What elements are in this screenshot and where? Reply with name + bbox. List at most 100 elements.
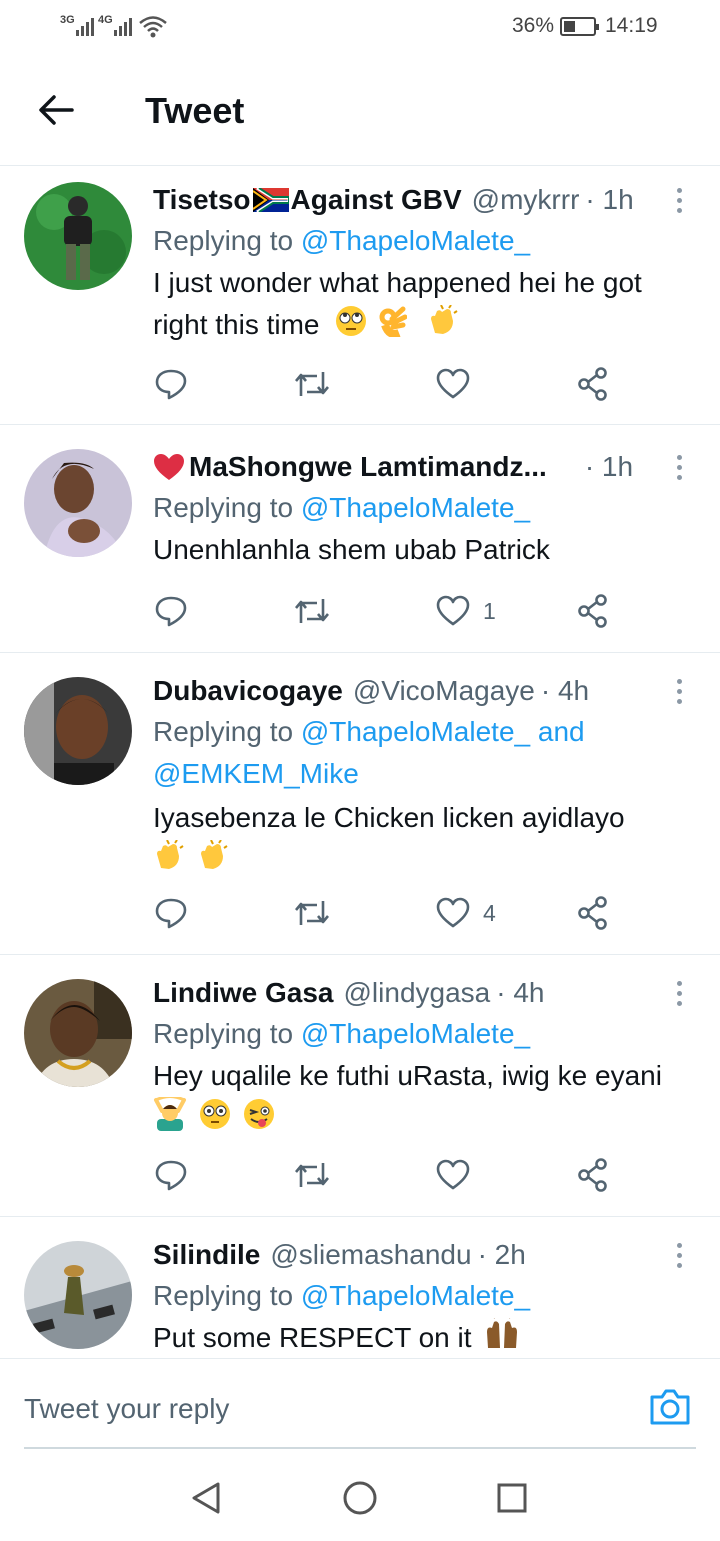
timestamp: · 4h — [496, 977, 545, 1008]
south-africa-flag-icon — [252, 188, 289, 212]
signal-4g-label: 4G — [98, 14, 113, 26]
author-handle[interactable]: @sliemashandu — [270, 1239, 471, 1271]
like-count: 4 — [483, 899, 496, 926]
retweet-icon — [295, 372, 329, 396]
mention-link[interactable]: @ThapeloMalete_ — [301, 225, 530, 256]
clapping-hands-emoji — [197, 839, 229, 884]
winking-tongue-emoji — [243, 1098, 275, 1142]
tweet-header: Silindile @sliemashandu · 2h — [153, 1235, 696, 1275]
mention-link[interactable]: @EMKEM_Mike — [153, 758, 359, 789]
tweet-actions — [153, 364, 623, 404]
timestamp: · 1h — [585, 184, 634, 215]
reply-button[interactable] — [153, 364, 189, 404]
avatar[interactable] — [24, 1241, 132, 1349]
retweet-button[interactable] — [293, 591, 331, 631]
share-button[interactable] — [575, 364, 611, 404]
share-button[interactable] — [575, 1155, 611, 1195]
person-gesturing-ok-emoji — [153, 1095, 187, 1143]
ok-hand-emoji — [379, 305, 408, 349]
replying-to: Replying to @ThapeloMalete_ — [153, 1280, 531, 1311]
retweet-icon — [295, 901, 329, 925]
avatar[interactable] — [24, 979, 132, 1087]
like-button[interactable]: 4 — [435, 893, 496, 933]
system-nav-bar — [0, 1450, 720, 1541]
author-name: MaShongwe Lamtimandz... — [189, 451, 547, 482]
tweet[interactable]: Silindile @sliemashandu · 2h Replying to… — [0, 1217, 720, 1358]
tweet-text-content: Iyasebenza le Chicken licken ayidlayo — [153, 802, 625, 833]
mention-link[interactable]: @ThapeloMalete_ and — [301, 716, 585, 747]
retweet-button[interactable] — [293, 364, 331, 404]
status-bar: 3G 4G 36% 14:19 — [0, 0, 720, 56]
mention-link[interactable]: @ThapeloMalete_ — [301, 1280, 530, 1311]
header: Tweet — [0, 56, 720, 166]
more-options-button[interactable] — [668, 973, 690, 1013]
tweet[interactable]: MaShongwe Lamtimandz... · 1h Replying to… — [0, 425, 720, 653]
mention-link[interactable]: @ThapeloMalete_ — [301, 492, 530, 523]
share-button[interactable] — [575, 893, 611, 933]
like-icon — [436, 897, 470, 928]
reply-button[interactable] — [153, 591, 189, 631]
avatar[interactable] — [24, 449, 132, 557]
mention-link[interactable]: @ThapeloMalete_ — [301, 1018, 530, 1049]
replying-to: Replying to @ThapeloMalete_ — [153, 1018, 531, 1049]
reply-feed[interactable]: Tisetso Against GBV @mykrrr · 1h Replyin… — [0, 166, 720, 1358]
reply-input[interactable]: Tweet your reply — [24, 1393, 229, 1425]
nav-back-button[interactable] — [186, 1478, 226, 1518]
battery-charging-icon — [560, 17, 599, 36]
reply-icon — [155, 898, 187, 929]
tweet-header: Dubavicogaye @VicoMagaye · 4h — [153, 671, 696, 711]
tweet-header: Lindiwe Gasa @lindygasa · 4h — [153, 973, 696, 1013]
tweet-body: Silindile @sliemashandu · 2h Replying to… — [153, 1235, 696, 1358]
red-heart-emoji — [154, 454, 184, 480]
share-icon — [578, 367, 607, 401]
recents-square-icon — [497, 1483, 527, 1513]
tweet-body: Lindiwe Gasa @lindygasa · 4h Replying to… — [153, 973, 696, 1143]
like-icon — [436, 595, 470, 626]
signal-icon — [76, 14, 94, 36]
nav-recents-button[interactable] — [492, 1478, 532, 1518]
like-button[interactable]: 1 — [435, 591, 496, 631]
share-icon — [578, 1158, 607, 1192]
retweet-button[interactable] — [293, 1155, 331, 1195]
retweet-button[interactable] — [293, 893, 331, 933]
share-button[interactable] — [575, 591, 611, 631]
author-handle[interactable]: @lindygasa — [344, 977, 491, 1009]
replying-to: Replying to @ThapeloMalete_ — [153, 225, 531, 256]
signal-icon — [114, 14, 132, 36]
author-name: Lindiwe Gasa — [153, 977, 334, 1008]
more-options-button[interactable] — [668, 447, 690, 487]
tweet-header: Tisetso Against GBV @mykrrr · 1h — [153, 180, 696, 220]
raising-hands-emoji — [485, 1314, 519, 1358]
author-handle[interactable]: @VicoMagaye — [353, 675, 535, 707]
tweet-text: Hey uqalile ke futhi uRasta, iwig ke eya… — [153, 1055, 696, 1143]
like-button[interactable] — [435, 364, 483, 404]
reply-button[interactable] — [153, 1155, 189, 1195]
tweet-header: MaShongwe Lamtimandz... · 1h — [153, 447, 696, 487]
author-name: Dubavicogaye — [153, 675, 343, 706]
tweet-body: MaShongwe Lamtimandz... · 1h Replying to… — [153, 447, 696, 571]
camera-button[interactable] — [648, 1387, 696, 1431]
more-options-button[interactable] — [668, 1235, 690, 1275]
tweet[interactable]: Dubavicogaye @VicoMagaye · 4h Replying t… — [0, 653, 720, 955]
like-count: 1 — [483, 597, 496, 624]
timestamp: · 4h — [540, 675, 590, 706]
avatar[interactable] — [24, 182, 132, 290]
author-handle[interactable]: @mykrrr — [472, 184, 580, 216]
avatar[interactable] — [24, 677, 132, 785]
tweet-text: I just wonder what happened hei he got r… — [153, 262, 696, 349]
tweet-text: Iyasebenza le Chicken licken ayidlayo — [153, 797, 696, 884]
reply-button[interactable] — [153, 893, 189, 933]
tweet[interactable]: Tisetso Against GBV @mykrrr · 1h Replyin… — [0, 166, 720, 425]
tweet-actions — [153, 1155, 623, 1195]
tweet[interactable]: Lindiwe Gasa @lindygasa · 4h Replying to… — [0, 955, 720, 1217]
more-options-button[interactable] — [668, 180, 690, 220]
nav-home-button[interactable] — [340, 1478, 380, 1518]
timestamp: · 2h — [477, 1239, 526, 1270]
tweet-actions: 4 — [153, 893, 623, 933]
back-button[interactable] — [30, 86, 82, 134]
more-options-button[interactable] — [668, 671, 690, 711]
camera-icon — [650, 1389, 690, 1425]
tweet-text-content: Hey uqalile ke futhi uRasta, iwig ke eya… — [153, 1060, 662, 1091]
like-button[interactable] — [435, 1155, 483, 1195]
retweet-icon — [295, 1163, 329, 1187]
